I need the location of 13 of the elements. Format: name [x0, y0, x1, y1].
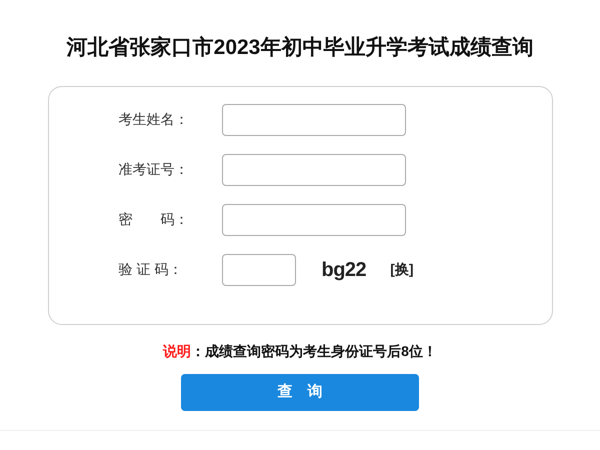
- field-label: 考生姓名：: [118, 110, 190, 129]
- input-field[interactable]: [222, 154, 406, 186]
- query-button[interactable]: 查 询: [181, 374, 419, 410]
- page-title: 河北省张家口市2023年初中毕业升学考试成绩查询: [66, 34, 534, 61]
- captcha-field[interactable]: [222, 254, 296, 286]
- input-field[interactable]: [222, 104, 406, 136]
- field-label: 密 码：: [118, 210, 190, 229]
- input-field[interactable]: [222, 204, 406, 236]
- note-text: 说明：成绩查询密码为考生身份证号后8位！: [163, 342, 437, 360]
- captcha-code: bg22: [322, 258, 366, 282]
- refresh-link[interactable]: [换]: [390, 259, 414, 280]
- field-label: 验 证 码：: [118, 260, 184, 279]
- field-label: 准考证号：: [118, 160, 190, 179]
